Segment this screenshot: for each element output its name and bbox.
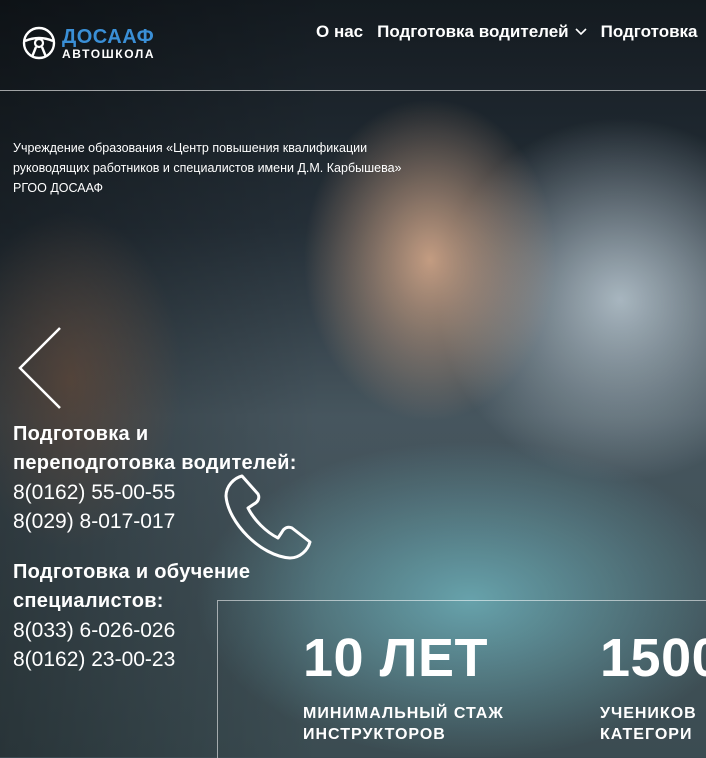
chevron-left-icon[interactable] [16,326,64,410]
logo[interactable]: ДОСААФ АВТОШКОЛА [22,26,155,60]
organization-name: Учреждение образования «Центр повышения … [13,141,402,195]
stats-panel: 10 ЛЕТ МИНИМАЛЬНЫЙ СТАЖ ИНСТРУКТОРОВ 150… [217,600,706,758]
nav-item-about[interactable]: О нас [316,22,363,42]
stat-label: УЧЕНИКОВ КАТЕГОРИ [600,705,697,743]
logo-subtitle: АВТОШКОЛА [62,46,156,61]
nav-item-training[interactable]: Подготовка [601,22,698,42]
site-header: ДОСААФ АВТОШКОЛА О нас Подготовка водите… [0,0,706,91]
nav-item-label: Подготовка водителей [377,22,569,41]
steering-wheel-icon [22,26,56,60]
stat-experience: 10 ЛЕТ МИНИМАЛЬНЫЙ СТАЖ ИНСТРУКТОРОВ [303,631,504,745]
chevron-down-icon [575,28,587,36]
nav-item-label: О нас [316,22,364,41]
phone-icon [224,474,312,560]
stat-value: 10 ЛЕТ [303,628,488,688]
main-nav: О нас Подготовка водителей Подготовка [316,22,706,42]
stat-value: 1500 [600,628,706,688]
stat-label: МИНИМАЛЬНЫЙ СТАЖ ИНСТРУКТОРОВ [303,705,504,743]
nav-item-label: Подготовка [600,22,698,41]
nav-item-driver-training[interactable]: Подготовка водителей [377,22,587,42]
stat-students: 1500 УЧЕНИКОВ КАТЕГОРИ [600,631,706,745]
logo-title: ДОСААФ [62,25,155,48]
